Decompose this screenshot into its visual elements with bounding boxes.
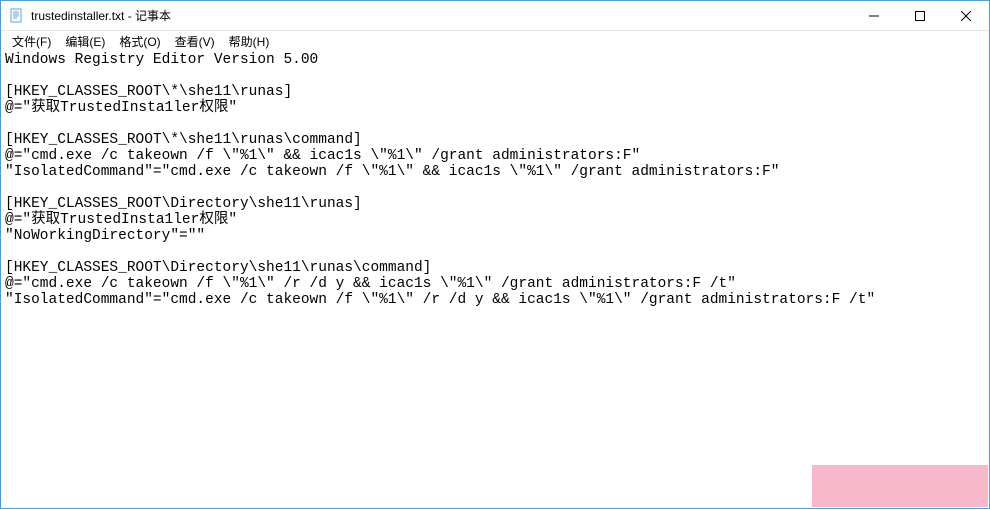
window-controls: [851, 1, 989, 30]
close-button[interactable]: [943, 1, 989, 30]
notepad-icon: [9, 8, 25, 24]
menu-file[interactable]: 文件(F): [5, 32, 58, 51]
text-editor[interactable]: [2, 51, 988, 507]
menubar: 文件(F) 编辑(E) 格式(O) 查看(V) 帮助(H): [1, 31, 989, 51]
menu-edit[interactable]: 编辑(E): [58, 32, 112, 51]
menu-view[interactable]: 查看(V): [168, 32, 222, 51]
menu-help[interactable]: 帮助(H): [222, 32, 277, 51]
maximize-button[interactable]: [897, 1, 943, 30]
menu-format[interactable]: 格式(O): [112, 32, 167, 51]
minimize-button[interactable]: [851, 1, 897, 30]
titlebar: trustedinstaller.txt - 记事本: [1, 1, 989, 31]
window-title: trustedinstaller.txt - 记事本: [31, 7, 851, 24]
editor-area: [2, 51, 988, 507]
pink-overlay: [812, 465, 988, 507]
